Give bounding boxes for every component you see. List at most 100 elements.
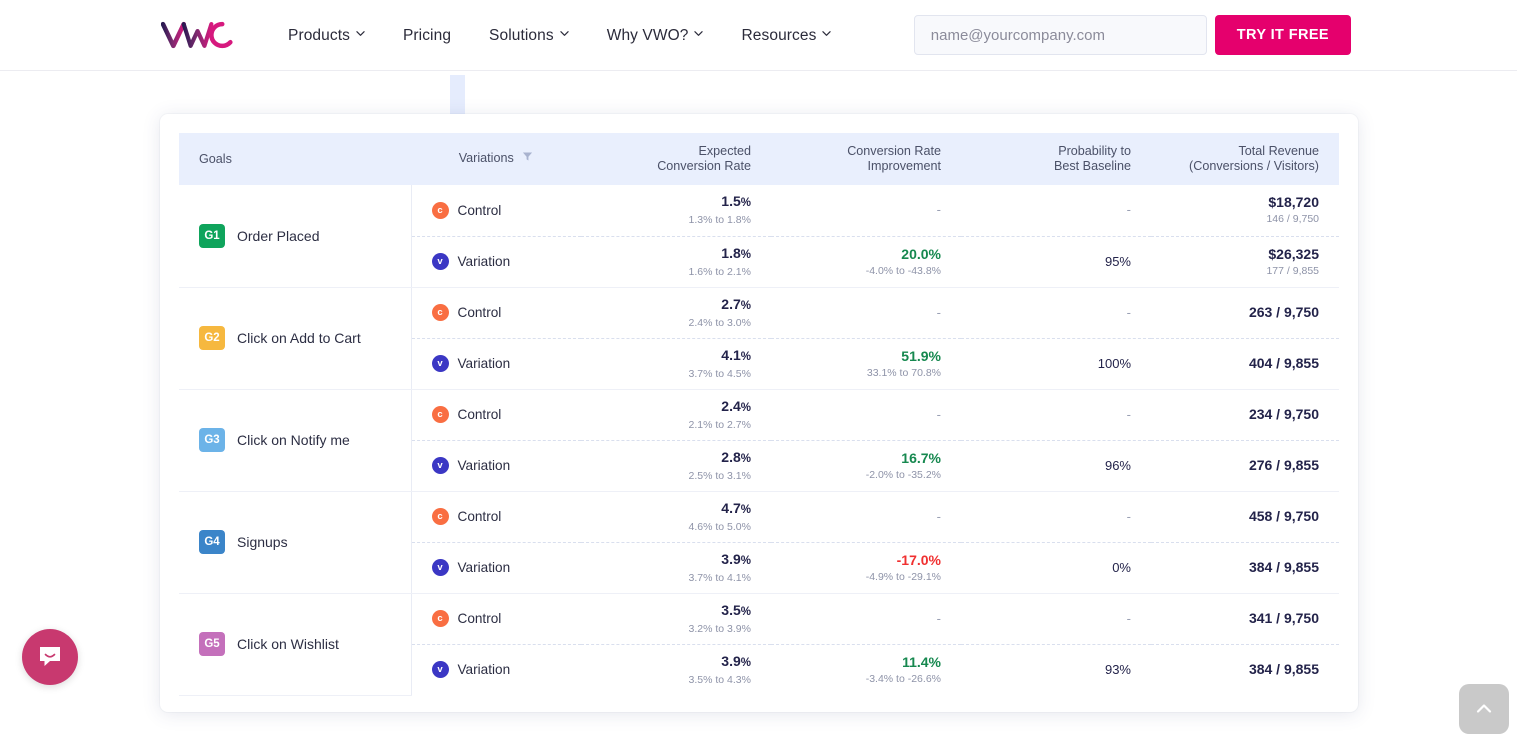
cri-range: 33.1% to 70.8% — [771, 366, 941, 380]
total-revenue-cell: 263 / 9,750 — [1151, 287, 1339, 338]
probability-value: 93% — [1105, 662, 1131, 677]
try-it-free-button[interactable]: TRY IT FREE — [1215, 15, 1351, 55]
total-revenue-cell: 458 / 9,750 — [1151, 491, 1339, 542]
probability-cell: 95% — [961, 236, 1151, 287]
variation-cell[interactable]: cControl — [411, 287, 581, 338]
expected-conversion-rate-cell: 3.9%3.5% to 4.3% — [581, 644, 771, 695]
cri-value: 51.9% — [771, 348, 941, 365]
variation-cell[interactable]: cControl — [411, 185, 581, 236]
email-field[interactable] — [914, 15, 1207, 55]
revenue-value: $26,325 — [1151, 246, 1319, 263]
revenue-value: 341 / 9,750 — [1151, 610, 1319, 627]
ecr-range: 2.5% to 3.1% — [581, 469, 751, 483]
ecr-value: 3.5% — [581, 602, 751, 621]
chevron-up-icon — [1474, 699, 1494, 719]
cri-value: - — [937, 305, 941, 320]
expected-conversion-rate-cell: 2.4%2.1% to 2.7% — [581, 389, 771, 440]
variation-dot-icon: c — [432, 610, 449, 627]
goal-badge: G3 — [199, 428, 225, 452]
expected-conversion-rate-cell: 1.8%1.6% to 2.1% — [581, 236, 771, 287]
ecr-range: 3.2% to 3.9% — [581, 622, 751, 636]
revenue-value: $18,720 — [1151, 194, 1319, 211]
chat-bubble-smile-icon — [37, 644, 63, 670]
probability-cell: - — [961, 287, 1151, 338]
total-revenue-cell: 234 / 9,750 — [1151, 389, 1339, 440]
total-revenue-cell: 276 / 9,855 — [1151, 440, 1339, 491]
column-header-expected-conversion-rate[interactable]: Expected Conversion Rate — [581, 133, 771, 185]
filter-icon[interactable] — [522, 151, 533, 166]
variation-cell[interactable]: cControl — [411, 389, 581, 440]
variation-dot-icon: v — [432, 253, 449, 270]
ecr-range: 3.7% to 4.1% — [581, 571, 751, 585]
revenue-value: 384 / 9,855 — [1151, 661, 1319, 678]
ecr-value: 1.5% — [581, 193, 751, 212]
table-row: G3Click on Notify mecControl2.4%2.1% to … — [179, 389, 1339, 440]
column-header-probability-to-best-baseline[interactable]: Probability to Best Baseline — [961, 133, 1151, 185]
column-header-line-1: Conversion Rate — [847, 144, 941, 158]
ecr-value: 3.9% — [581, 653, 751, 672]
goal-cell-g4[interactable]: G4Signups — [179, 491, 411, 593]
table-row: G4SignupscControl4.7%4.6% to 5.0%--458 /… — [179, 491, 1339, 542]
goal-name: Click on Add to Cart — [237, 330, 361, 346]
table-row: G1Order PlacedcControl1.5%1.3% to 1.8%--… — [179, 185, 1339, 236]
variation-cell[interactable]: vVariation — [411, 542, 581, 593]
goal-cell-g5[interactable]: G5Click on Wishlist — [179, 593, 411, 695]
vwo-logo[interactable] — [161, 18, 240, 52]
cri-value: - — [937, 509, 941, 524]
goal-cell-g2[interactable]: G2Click on Add to Cart — [179, 287, 411, 389]
total-revenue-cell: $26,325177 / 9,855 — [1151, 236, 1339, 287]
chevron-down-icon — [356, 29, 365, 38]
column-header-conversion-rate-improvement[interactable]: Conversion Rate Improvement — [771, 133, 961, 185]
nav-item-why-vwo[interactable]: Why VWO? — [607, 27, 704, 45]
conversion-rate-improvement-cell: 51.9%33.1% to 70.8% — [771, 338, 961, 389]
revenue-value: 263 / 9,750 — [1151, 304, 1319, 321]
column-header-total-revenue[interactable]: Total Revenue (Conversions / Visitors) — [1151, 133, 1339, 185]
variation-cell[interactable]: cControl — [411, 491, 581, 542]
conversion-rate-improvement-cell: - — [771, 287, 961, 338]
cri-value: - — [937, 202, 941, 217]
column-header-line-2: Conversion Rate — [657, 159, 751, 173]
probability-cell: 0% — [961, 542, 1151, 593]
expected-conversion-rate-cell: 4.1%3.7% to 4.5% — [581, 338, 771, 389]
scroll-to-top-button[interactable] — [1459, 684, 1509, 734]
probability-value: - — [1127, 611, 1131, 626]
column-header-variations[interactable]: Variations — [411, 133, 581, 185]
vwo-logo-icon — [161, 18, 240, 52]
goal-name: Order Placed — [237, 228, 319, 244]
variation-label: Variation — [458, 662, 511, 677]
chevron-down-icon — [560, 29, 569, 38]
total-revenue-cell: 384 / 9,855 — [1151, 644, 1339, 695]
cri-value: -17.0% — [771, 552, 941, 569]
nav-item-label: Solutions — [489, 27, 554, 45]
ecr-range: 3.5% to 4.3% — [581, 673, 751, 687]
variation-cell[interactable]: cControl — [411, 593, 581, 644]
ecr-range: 2.1% to 2.7% — [581, 418, 751, 432]
variation-dot-icon: v — [432, 355, 449, 372]
revenue-value: 276 / 9,855 — [1151, 457, 1319, 474]
ecr-range: 1.6% to 2.1% — [581, 265, 751, 279]
probability-cell: - — [961, 185, 1151, 236]
nav-item-label: Resources — [741, 27, 816, 45]
variation-dot-icon: c — [432, 202, 449, 219]
nav-item-products[interactable]: Products — [288, 27, 365, 45]
goal-cell-g3[interactable]: G3Click on Notify me — [179, 389, 411, 491]
nav-item-resources[interactable]: Resources — [741, 27, 831, 45]
variation-cell[interactable]: vVariation — [411, 236, 581, 287]
variation-cell[interactable]: vVariation — [411, 644, 581, 695]
report-card: Goals Variations Expected Conversion Rat… — [160, 114, 1358, 712]
cri-value: - — [937, 611, 941, 626]
site-header: Products Pricing Solutions Why VWO? Reso… — [0, 0, 1517, 71]
chat-launcher-button[interactable] — [22, 629, 78, 685]
cri-value: - — [937, 407, 941, 422]
column-header-goals[interactable]: Goals — [179, 133, 411, 185]
variation-cell[interactable]: vVariation — [411, 338, 581, 389]
conversion-rate-improvement-cell: - — [771, 593, 961, 644]
goal-cell-g1[interactable]: G1Order Placed — [179, 185, 411, 287]
variation-cell[interactable]: vVariation — [411, 440, 581, 491]
variation-label: Control — [458, 305, 502, 320]
nav-item-pricing[interactable]: Pricing — [403, 27, 451, 45]
column-header-line-2: Best Baseline — [1054, 159, 1131, 173]
ecr-value: 2.4% — [581, 398, 751, 417]
column-header-line-2: Improvement — [868, 159, 942, 173]
nav-item-solutions[interactable]: Solutions — [489, 27, 569, 45]
